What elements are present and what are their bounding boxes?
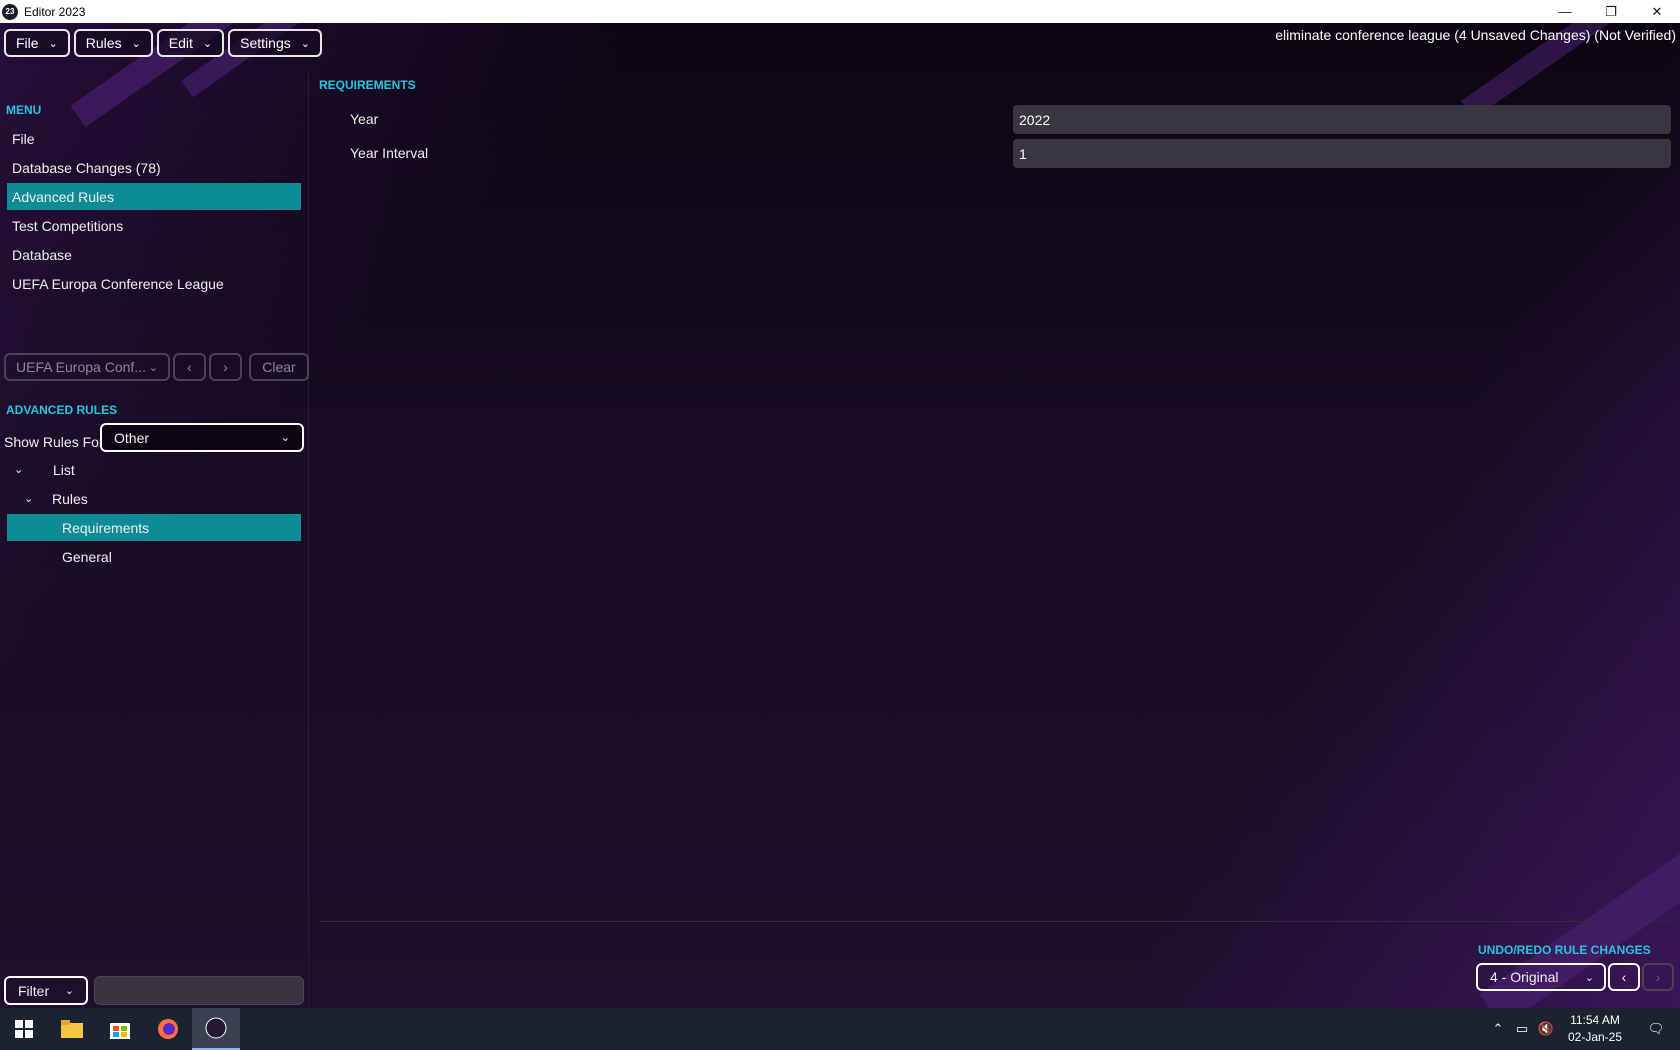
settings-menu-button[interactable]: Settings ⌄ xyxy=(228,29,322,57)
edit-menu-label: Edit xyxy=(168,35,193,51)
filter-button-label: Filter xyxy=(18,982,50,999)
edit-menu-button[interactable]: Edit ⌄ xyxy=(156,29,225,57)
chevron-left-icon: ‹ xyxy=(187,359,192,375)
year-label: Year xyxy=(350,111,379,127)
sidebar-item-label: UEFA Europa Conference League xyxy=(12,275,224,292)
show-rules-for-select[interactable]: Other ⌄ xyxy=(100,423,304,452)
sidebar-item-advanced-rules[interactable]: Advanced Rules xyxy=(7,183,301,210)
firefox-icon[interactable] xyxy=(144,1008,192,1050)
file-menu-label: File xyxy=(16,35,39,51)
show-rules-for-label: Show Rules For xyxy=(4,434,104,450)
top-menubar: File ⌄ Rules ⌄ Edit ⌄ Settings ⌄ xyxy=(4,29,322,57)
filter-button[interactable]: Filter ⌄ xyxy=(4,976,88,1005)
clock[interactable]: 11:54 AM 02-Jan-25 xyxy=(1558,1012,1632,1046)
sidebar-item-database[interactable]: Database xyxy=(7,241,301,268)
filter-bar: Filter ⌄ xyxy=(4,976,304,1005)
entity-prev-button[interactable]: ‹ xyxy=(173,353,206,381)
filter-input[interactable] xyxy=(94,976,304,1005)
entity-select[interactable]: UEFA Europa Conf... ⌄ xyxy=(4,353,170,381)
settings-menu-label: Settings xyxy=(240,35,291,51)
advanced-rules-title: ADVANCED RULES xyxy=(6,403,118,417)
tree-item-label: List xyxy=(53,461,75,478)
chevron-right-icon: › xyxy=(1655,969,1661,985)
chevron-down-icon[interactable]: ⌄ xyxy=(14,463,28,476)
minimize-button[interactable]: — xyxy=(1542,0,1588,23)
editor-icon[interactable] xyxy=(192,1008,240,1050)
year-interval-label: Year Interval xyxy=(350,145,429,161)
store-icon[interactable] xyxy=(96,1008,144,1050)
chevron-down-icon: ⌄ xyxy=(202,37,213,50)
chevron-down-icon: ⌄ xyxy=(300,37,310,50)
chevron-down-icon: ⌄ xyxy=(1584,971,1594,984)
content-divider xyxy=(320,921,1676,922)
chevron-right-icon: › xyxy=(223,359,228,375)
rules-menu-label: Rules xyxy=(85,35,122,51)
chevron-down-icon: ⌄ xyxy=(280,432,290,444)
sidebar-item-test-competitions[interactable]: Test Competitions xyxy=(7,212,301,239)
volume-muted-icon[interactable]: 🔇 xyxy=(1534,1021,1558,1037)
tree-item-general[interactable]: General xyxy=(62,543,112,570)
clear-button-label: Clear xyxy=(262,359,296,375)
left-sidebar: MENU File Database Changes (78) Advanced… xyxy=(0,73,309,1008)
sidebar-item-label: Advanced Rules xyxy=(12,188,114,205)
clock-date: 02-Jan-25 xyxy=(1567,1030,1623,1044)
app-logo-icon: 23 xyxy=(2,3,18,20)
undo-history-select[interactable]: 4 - Original ⌄ xyxy=(1476,963,1606,991)
undo-history-value: 4 - Original xyxy=(1490,969,1559,985)
taskbar: ⌃ ▭ 🔇 11:54 AM 02-Jan-25 🗨 xyxy=(0,1008,1680,1050)
chevron-up-icon[interactable]: ⌃ xyxy=(1486,1021,1510,1037)
redo-button[interactable]: › xyxy=(1642,963,1674,991)
window-titlebar: 23 Editor 2023 — ❐ ✕ xyxy=(0,0,1680,23)
chevron-down-icon: ⌄ xyxy=(64,985,74,997)
close-button[interactable]: ✕ xyxy=(1634,0,1680,23)
sidebar-item-label: File xyxy=(12,130,35,147)
chevron-left-icon: ‹ xyxy=(1621,969,1627,985)
requirements-title: REQUIREMENTS xyxy=(319,78,416,92)
restore-button[interactable]: ❐ xyxy=(1588,0,1634,23)
entity-next-button[interactable]: › xyxy=(209,353,242,381)
file-menu-button[interactable]: File ⌄ xyxy=(4,29,70,57)
sidebar-item-label: Database xyxy=(12,246,72,263)
tree-item-label: Rules xyxy=(52,490,88,507)
tree-item-label: Requirements xyxy=(62,519,150,536)
sidebar-item-conference-league[interactable]: UEFA Europa Conference League xyxy=(7,270,301,297)
entity-select-value: UEFA Europa Conf... xyxy=(16,359,146,375)
sidebar-item-label: Test Competitions xyxy=(12,217,124,234)
system-tray: ⌃ ▭ 🔇 11:54 AM 02-Jan-25 🗨 xyxy=(1486,1008,1680,1050)
year-interval-input[interactable]: 1 xyxy=(1013,139,1671,168)
tree-item-list[interactable]: ⌄ List xyxy=(14,456,75,483)
menu-section-title: MENU xyxy=(6,103,42,117)
notifications-icon[interactable]: 🗨 xyxy=(1632,1021,1680,1037)
window-controls: — ❐ ✕ xyxy=(1542,0,1680,23)
chevron-down-icon[interactable]: ⌄ xyxy=(24,492,38,505)
undo-redo-title: UNDO/REDO RULE CHANGES xyxy=(1478,943,1651,957)
clear-button[interactable]: Clear xyxy=(249,353,309,381)
chevron-down-icon: ⌄ xyxy=(131,37,141,50)
file-status-text: eliminate conference league (4 Unsaved C… xyxy=(1275,27,1676,43)
undo-redo-controls: 4 - Original ⌄ ‹ › xyxy=(1476,963,1674,991)
sidebar-item-database-changes[interactable]: Database Changes (78) xyxy=(7,154,301,181)
sidebar-item-file[interactable]: File xyxy=(7,125,301,152)
chevron-down-icon: ⌄ xyxy=(48,37,58,50)
tree-item-rules[interactable]: ⌄ Rules xyxy=(24,485,88,512)
start-icon[interactable] xyxy=(0,1008,48,1050)
network-icon[interactable]: ▭ xyxy=(1510,1021,1534,1037)
rules-menu-button[interactable]: Rules ⌄ xyxy=(73,29,153,57)
app-window: File ⌄ Rules ⌄ Edit ⌄ Settings ⌄ elimina… xyxy=(0,23,1680,1008)
tree-item-requirements[interactable]: Requirements xyxy=(7,514,301,541)
show-rules-for-value: Other xyxy=(114,429,150,446)
tree-item-label: General xyxy=(62,548,112,565)
entity-controls: UEFA Europa Conf... ⌄ ‹ › Clear xyxy=(4,353,309,381)
undo-button[interactable]: ‹ xyxy=(1608,963,1640,991)
sidebar-item-label: Database Changes (78) xyxy=(12,159,161,176)
file-explorer-icon[interactable] xyxy=(48,1008,96,1050)
window-title: Editor 2023 xyxy=(24,4,86,19)
year-input[interactable]: 2022 xyxy=(1013,105,1671,134)
clock-time: 11:54 AM xyxy=(1570,1013,1620,1027)
chevron-down-icon: ⌄ xyxy=(148,361,158,374)
